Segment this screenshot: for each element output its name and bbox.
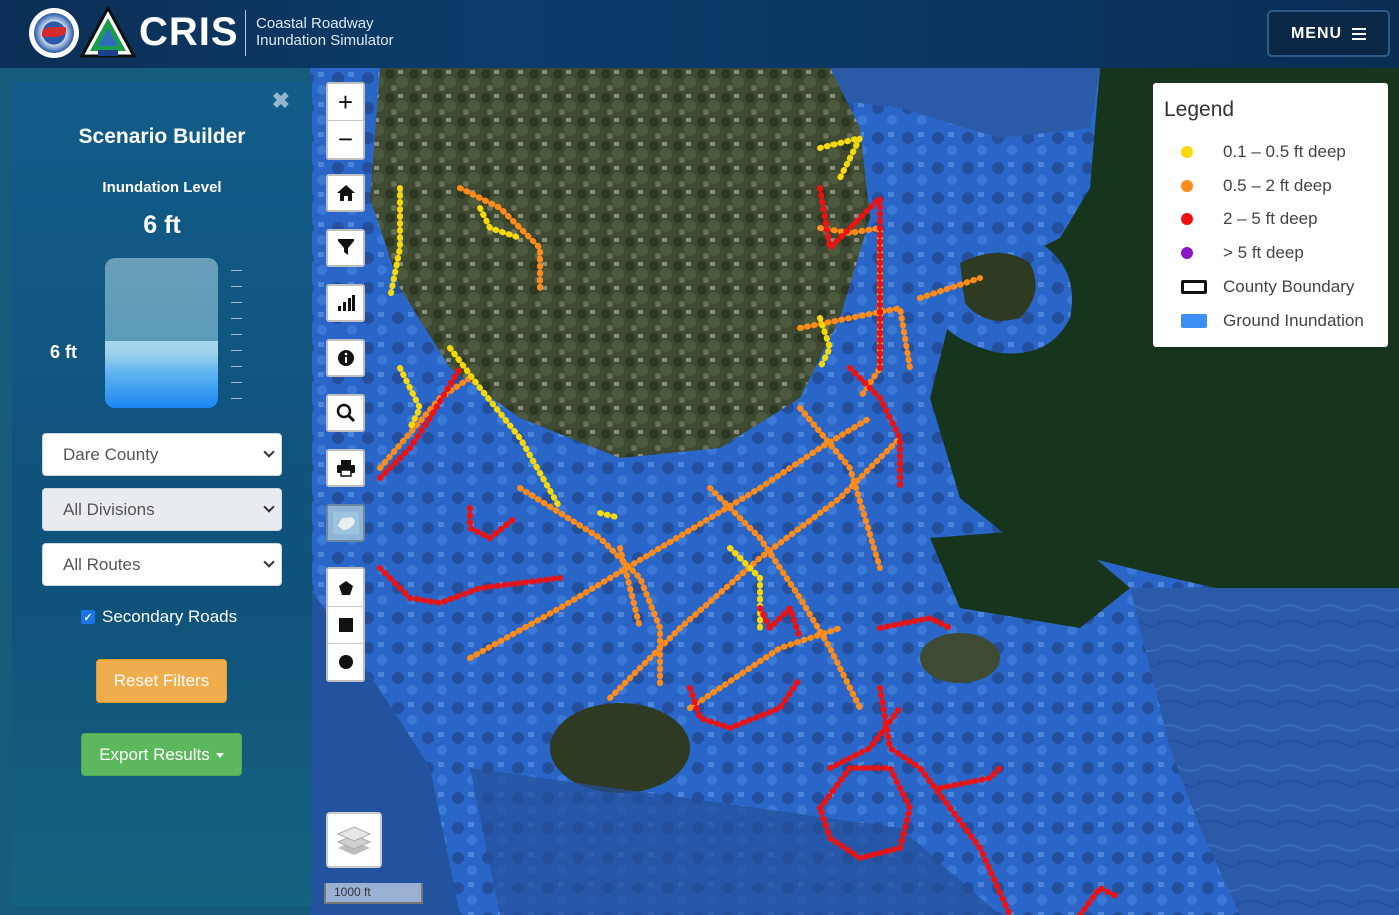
inundation-gauge[interactable] [105, 258, 218, 408]
chevron-down-icon [263, 446, 275, 458]
home-icon [336, 185, 355, 201]
search-button[interactable] [326, 394, 365, 432]
home-button[interactable] [326, 174, 365, 212]
panel-title: Scenario Builder [78, 125, 246, 148]
map-scale-bar: 1000 ft [324, 883, 423, 904]
gauge-ticks [231, 270, 245, 406]
app-brand[interactable]: CRIS [139, 10, 239, 55]
route-select-value: All Routes [63, 554, 141, 574]
filter-icon [337, 239, 354, 255]
hamburger-icon [1352, 27, 1367, 40]
brand-divider [245, 10, 246, 56]
basemap-button[interactable] [326, 504, 365, 542]
ncdot-seal-logo [29, 8, 79, 58]
route-select[interactable]: All Routes [42, 543, 282, 586]
layers-button[interactable] [326, 812, 382, 868]
reset-filters-label: Reset Filters [113, 671, 210, 690]
legend-item: 0.1 – 0.5 ft deep [1153, 140, 1388, 164]
app-header: CRIS Coastal Roadway Inundation Simulato… [0, 0, 1399, 68]
circle-icon [338, 655, 353, 669]
draw-square-button[interactable] [328, 606, 363, 643]
division-select-value: All Divisions [63, 499, 155, 519]
print-button[interactable] [326, 449, 365, 487]
inundation-level-value: 6 ft [143, 211, 181, 239]
county-select-value: Dare County [63, 444, 159, 464]
legend-item-label: 0.1 – 0.5 ft deep [1223, 142, 1346, 161]
basemap-icon [332, 512, 359, 534]
ground-inundation-icon [1181, 314, 1207, 328]
legend-item-label: County Boundary [1223, 277, 1355, 296]
search-icon [336, 403, 355, 423]
county-select[interactable]: Dare County [42, 433, 282, 476]
legend-item-label: Ground Inundation [1223, 311, 1364, 330]
close-icon[interactable]: ✖ [272, 88, 290, 114]
legend-item: > 5 ft deep [1153, 241, 1388, 265]
chart-icon [337, 295, 355, 311]
export-results-label: Export Results [99, 744, 210, 764]
app-subtitle: Coastal Roadway Inundation Simulator [256, 15, 394, 49]
secondary-roads-option: ✓ Secondary Roads [81, 607, 237, 627]
orange-dot-icon [1181, 180, 1193, 192]
chart-button[interactable] [326, 284, 365, 322]
draw-polygon-button[interactable] [328, 569, 363, 606]
division-select[interactable]: All Divisions [42, 488, 282, 531]
print-icon [336, 460, 355, 477]
north-carolina-triangle-logo [80, 6, 136, 58]
export-results-button[interactable]: Export Results [81, 733, 242, 776]
legend-item: Ground Inundation [1153, 309, 1388, 333]
legend-item: 0.5 – 2 ft deep [1153, 174, 1388, 198]
info-button[interactable] [326, 339, 365, 377]
gauge-level-label: 6 ft [50, 342, 77, 362]
zoom-in-button[interactable]: + [328, 84, 363, 121]
county-boundary-icon [1181, 280, 1207, 294]
legend-item: County Boundary [1153, 275, 1388, 299]
chevron-down-icon [263, 556, 275, 568]
reset-filters-button[interactable]: Reset Filters [96, 659, 227, 703]
legend-item-label: 0.5 – 2 ft deep [1223, 176, 1332, 195]
chevron-down-icon [263, 501, 275, 513]
scenario-builder-panel: ✖ Scenario Builder Inundation Level 6 ft… [12, 82, 312, 906]
legend-title: Legend [1164, 98, 1235, 121]
legend-item: 2 – 5 ft deep [1153, 207, 1388, 231]
zoom-control: + − [326, 82, 365, 160]
square-icon [338, 618, 353, 632]
info-icon [337, 350, 354, 366]
purple-dot-icon [1181, 247, 1193, 259]
gauge-fill [105, 340, 218, 408]
map-legend: Legend 0.1 – 0.5 ft deep 0.5 – 2 ft deep… [1153, 83, 1388, 347]
polygon-icon [338, 580, 353, 595]
secondary-roads-label[interactable]: Secondary Roads [102, 607, 237, 627]
legend-item-label: > 5 ft deep [1223, 243, 1304, 262]
subtitle-line-1: Coastal Roadway [256, 15, 374, 32]
draw-tools [326, 567, 365, 682]
inundation-level-label: Inundation Level [102, 179, 222, 196]
red-dot-icon [1181, 213, 1193, 225]
yellow-dot-icon [1181, 146, 1193, 158]
zoom-out-button[interactable]: − [328, 121, 363, 158]
subtitle-line-2: Inundation Simulator [256, 32, 394, 49]
draw-circle-button[interactable] [328, 643, 363, 680]
secondary-roads-checkbox[interactable]: ✓ [81, 610, 95, 624]
menu-button[interactable]: MENU [1267, 10, 1390, 57]
caret-down-icon [215, 753, 224, 758]
legend-item-label: 2 – 5 ft deep [1223, 209, 1318, 228]
layers-icon [337, 826, 371, 855]
filter-button[interactable] [326, 229, 365, 267]
menu-label: MENU [1290, 24, 1343, 42]
